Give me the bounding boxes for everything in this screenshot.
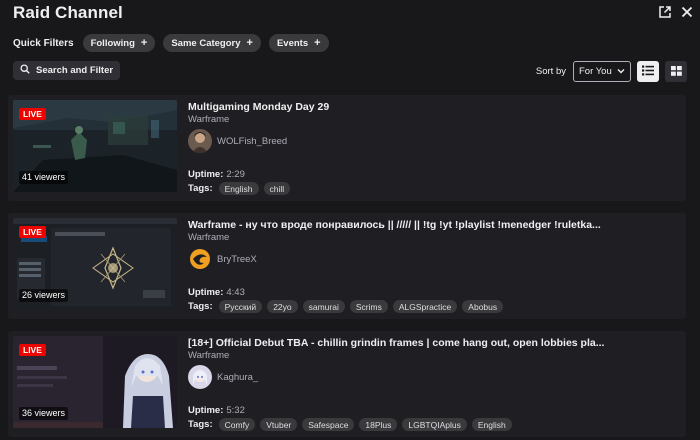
tags-row: Tags: Русский 22yo samurai Scrims ALGSpr… [188, 300, 504, 313]
tags-label: Tags: [188, 419, 213, 430]
uptime-label: Uptime: [188, 287, 224, 298]
tag[interactable]: Vtuber [260, 418, 298, 431]
stream-game[interactable]: Warframe [188, 350, 676, 362]
channel-info[interactable]: BryTreeX [188, 247, 257, 271]
close-icon[interactable] [681, 6, 693, 18]
stream-title[interactable]: Warframe - ну что вроде понравилось || /… [188, 219, 676, 231]
live-badge: LIVE [19, 108, 46, 120]
avatar[interactable] [188, 365, 212, 389]
chip-label: Same Category [171, 37, 241, 49]
viewer-count: 41 viewers [19, 171, 69, 184]
channel-name[interactable]: WOLFish_Breed [217, 136, 287, 147]
tag[interactable]: 22yo [267, 300, 298, 313]
sort-select[interactable]: For You [573, 61, 631, 82]
filter-chip-following[interactable]: Following + [82, 34, 156, 52]
tag[interactable]: chill [263, 182, 291, 195]
grid-view-icon [670, 63, 682, 81]
tags-row: Tags: English chill [188, 182, 291, 195]
chevron-down-icon [617, 66, 625, 77]
sort-value: For You [579, 66, 612, 77]
tag[interactable]: Scrims [349, 300, 388, 313]
plus-icon: + [140, 36, 148, 49]
tags-row: Tags: Comfy Vtuber Safespace 18Plus LGBT… [188, 418, 512, 431]
stream-game[interactable]: Warframe [188, 232, 676, 244]
chip-label: Following [90, 37, 135, 49]
tags-label: Tags: [188, 183, 213, 194]
viewer-count: 26 viewers [19, 289, 69, 302]
uptime-label: Uptime: [188, 405, 224, 416]
uptime-value: 2:29 [226, 169, 245, 180]
live-badge: LIVE [19, 226, 46, 238]
channel-name[interactable]: Kaghura_ [217, 372, 258, 383]
viewer-count: 36 viewers [19, 407, 69, 420]
channel-name[interactable]: BryTreeX [217, 254, 257, 265]
stream-game[interactable]: Warframe [188, 114, 676, 126]
uptime: Uptime: 5:32 [188, 405, 245, 416]
uptime-value: 5:32 [226, 405, 245, 416]
list-view-button[interactable] [637, 61, 659, 82]
plus-icon: + [314, 36, 321, 49]
avatar[interactable] [188, 247, 212, 271]
uptime: Uptime: 2:29 [188, 169, 245, 180]
stream-title[interactable]: [18+] Official Debut TBA - chillin grind… [188, 337, 676, 349]
stream-thumbnail[interactable]: LIVE 41 viewers [13, 100, 177, 192]
grid-view-button[interactable] [665, 61, 687, 82]
tag[interactable]: LGBTQIAplus [402, 418, 467, 431]
uptime: Uptime: 4:43 [188, 287, 245, 298]
tag[interactable]: English [471, 418, 512, 431]
filter-chip-same-category[interactable]: Same Category + [163, 34, 261, 52]
stream-thumbnail[interactable]: LIVE 26 viewers [13, 218, 177, 310]
search-and-filter-button[interactable]: Search and Filter [13, 61, 121, 80]
search-icon [20, 64, 30, 77]
quick-filters: Quick Filters Following + Same Category … [13, 34, 329, 52]
sort-controls: Sort by For You [536, 61, 687, 82]
tag[interactable]: Русский [218, 300, 263, 313]
sort-label: Sort by [535, 66, 566, 77]
channel-info[interactable]: WOLFish_Breed [188, 129, 287, 153]
tag[interactable]: Safespace [302, 418, 355, 431]
uptime-label: Uptime: [188, 169, 224, 180]
avatar[interactable] [188, 129, 212, 153]
stream-card[interactable]: LIVE 26 viewers Warframe - ну что вроде … [8, 213, 686, 319]
tag[interactable]: English [218, 182, 259, 195]
chip-label: Events [276, 37, 309, 49]
quick-filters-label: Quick Filters [13, 37, 74, 49]
stream-card[interactable]: LIVE 36 viewers [18+] Official Debut TBA… [8, 331, 686, 437]
live-badge: LIVE [19, 344, 46, 356]
list-view-icon [642, 63, 654, 81]
page-title: Raid Channel [13, 3, 123, 22]
plus-icon: + [246, 36, 253, 49]
stream-thumbnail[interactable]: LIVE 36 viewers [13, 336, 177, 428]
tags-label: Tags: [188, 301, 213, 312]
tag[interactable]: samurai [302, 300, 345, 313]
search-button-label: Search and Filter [36, 65, 114, 76]
tag[interactable]: ALGSpractice [392, 300, 458, 313]
tag[interactable]: Comfy [218, 418, 256, 431]
raid-channel-header: Raid Channel [13, 4, 693, 28]
popout-icon[interactable] [659, 6, 671, 18]
filter-chip-events[interactable]: Events + [268, 34, 329, 52]
tag[interactable]: Abobus [462, 300, 504, 313]
channel-info[interactable]: Kaghura_ [188, 365, 258, 389]
stream-card[interactable]: LIVE 41 viewers Multigaming Monday Day 2… [8, 95, 686, 201]
uptime-value: 4:43 [226, 287, 245, 298]
stream-title[interactable]: Multigaming Monday Day 29 [188, 101, 676, 113]
tag[interactable]: 18Plus [359, 418, 398, 431]
